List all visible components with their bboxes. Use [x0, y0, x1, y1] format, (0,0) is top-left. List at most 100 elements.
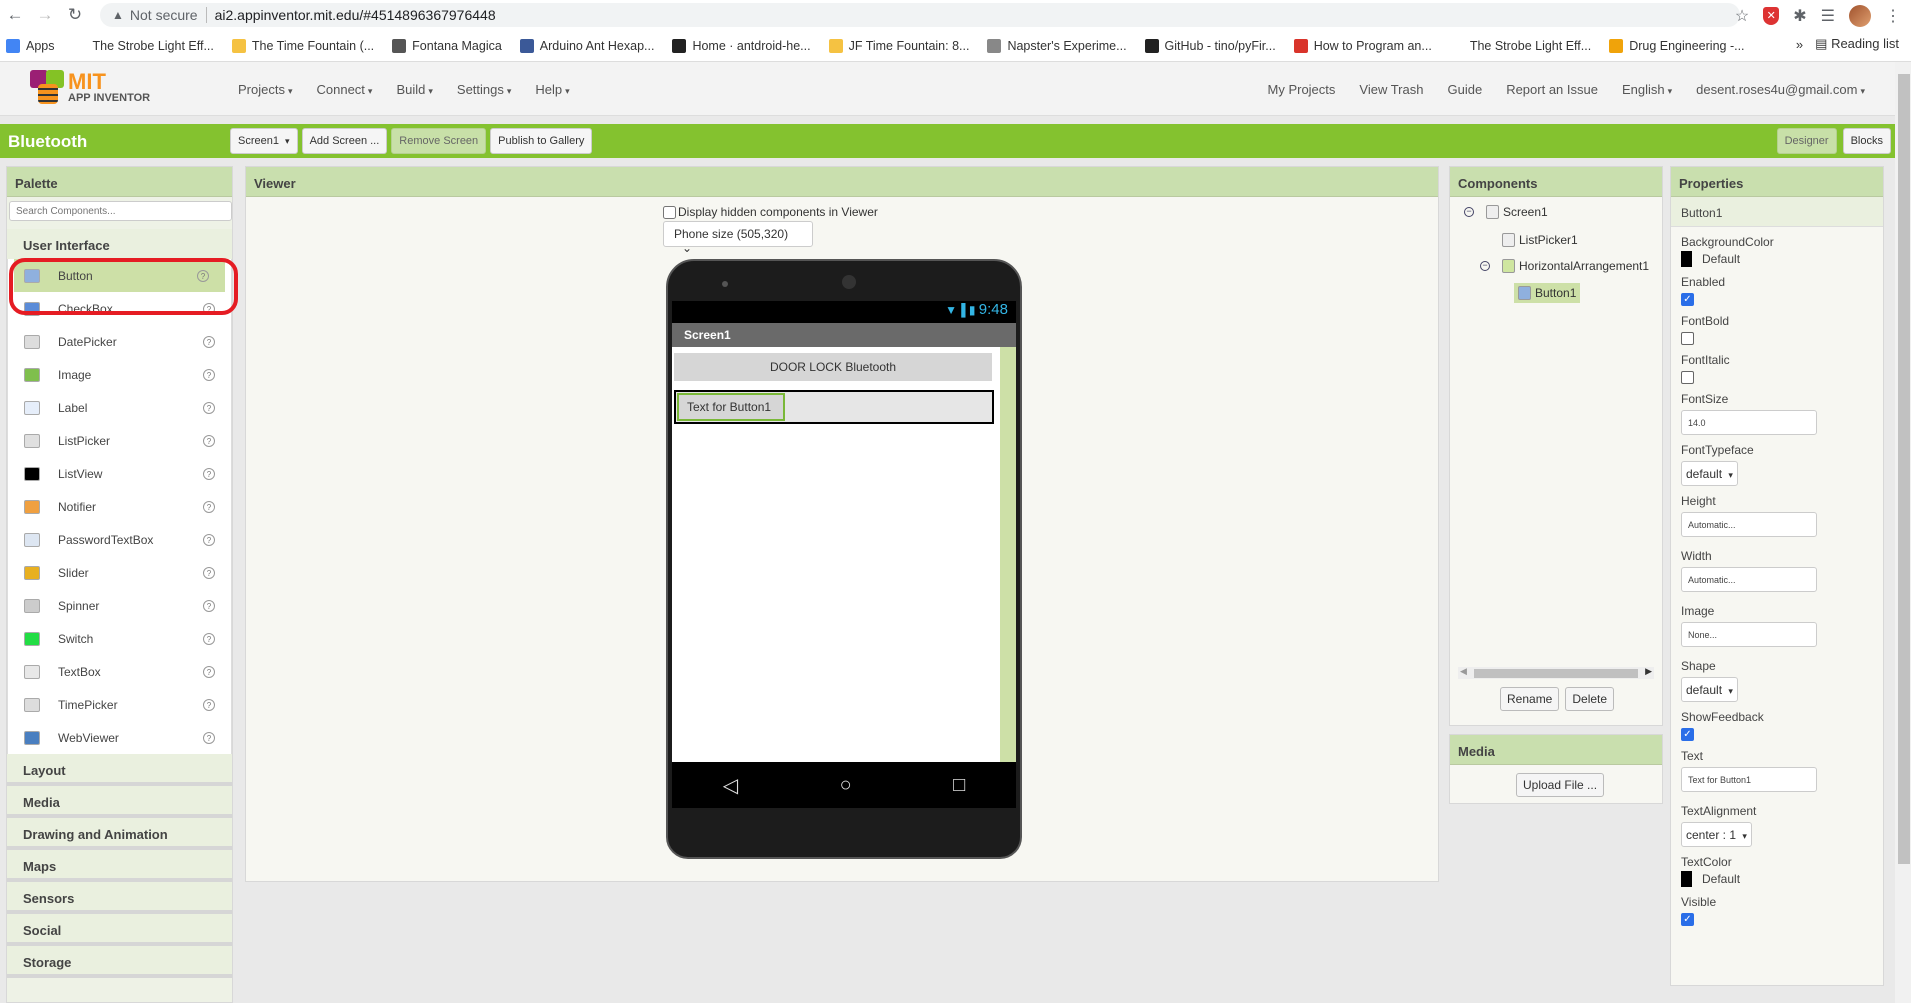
- bookmark-item[interactable]: Home · antdroid-he...: [672, 38, 811, 53]
- bookmark-item[interactable]: Napster's Experime...: [987, 38, 1127, 53]
- help-icon[interactable]: ?: [203, 599, 215, 612]
- category-media[interactable]: Media: [7, 786, 232, 818]
- reading-list-button[interactable]: ▤ Reading list: [1815, 36, 1899, 52]
- bookmark-item[interactable]: GitHub - tino/pyFir...: [1144, 38, 1276, 53]
- mit-app-inventor-logo[interactable]: MIT APP INVENTOR: [28, 70, 150, 106]
- palette-item-passwordtextbox[interactable]: PasswordTextBox?: [8, 523, 231, 556]
- publish-gallery-button[interactable]: Publish to Gallery: [490, 128, 593, 154]
- url-text[interactable]: ai2.appinventor.mit.edu/#451489636797644…: [215, 7, 496, 23]
- button1-preview[interactable]: Text for Button1: [677, 393, 785, 421]
- blocks-button[interactable]: Blocks: [1842, 128, 1891, 154]
- help-icon[interactable]: ?: [197, 269, 209, 282]
- bookmark-item[interactable]: JF Time Fountain: 8...: [828, 38, 969, 53]
- screen-select-button[interactable]: Screen1 ▾: [230, 128, 298, 154]
- tree-horizontal-scrollbar[interactable]: ◀ ▶: [1458, 666, 1654, 679]
- tree-node-button1[interactable]: Button1: [1514, 283, 1581, 303]
- palette-item-switch[interactable]: Switch?: [8, 622, 231, 655]
- collapse-icon[interactable]: −: [1480, 261, 1490, 271]
- page-scrollbar[interactable]: [1895, 62, 1911, 1003]
- door-lock-button[interactable]: DOOR LOCK Bluetooth: [674, 353, 992, 381]
- help-icon[interactable]: ?: [203, 665, 215, 678]
- profile-avatar[interactable]: [1849, 5, 1871, 27]
- menu-build[interactable]: Build ▾: [396, 82, 432, 97]
- tree-node-listpicker1[interactable]: ListPicker1: [1502, 233, 1578, 247]
- collapse-icon[interactable]: −: [1464, 207, 1474, 217]
- help-icon[interactable]: ?: [203, 335, 215, 348]
- screen-canvas[interactable]: DOOR LOCK Bluetooth Text for Button1: [672, 347, 1016, 762]
- menu-settings[interactable]: Settings ▾: [457, 82, 512, 97]
- bookmark-item[interactable]: How to Program an...: [1293, 38, 1432, 53]
- star-icon[interactable]: ☆: [1735, 6, 1749, 26]
- add-screen-button[interactable]: Add Screen ...: [301, 128, 388, 154]
- view-trash-link[interactable]: View Trash: [1359, 82, 1423, 97]
- help-icon[interactable]: ?: [203, 632, 215, 645]
- screen-title-bar[interactable]: Screen1: [672, 323, 1016, 347]
- category-maps[interactable]: Maps: [7, 850, 232, 882]
- bookmark-item[interactable]: Apps: [6, 38, 55, 53]
- menu-projects[interactable]: Projects ▾: [238, 82, 293, 97]
- menu-connect[interactable]: Connect ▾: [317, 82, 373, 97]
- horizontal-arrangement[interactable]: Text for Button1: [674, 390, 994, 424]
- category-user-interface[interactable]: User Interface: [7, 229, 232, 259]
- scrollbar-thumb[interactable]: [1898, 74, 1910, 864]
- palette-item-webviewer[interactable]: WebViewer?: [8, 721, 231, 754]
- media-queue-icon[interactable]: ☰: [1821, 6, 1835, 26]
- shape-dropdown[interactable]: default ▾: [1681, 677, 1738, 702]
- palette-item-listview[interactable]: ListView?: [8, 457, 231, 490]
- palette-item-spinner[interactable]: Spinner?: [8, 589, 231, 622]
- help-icon[interactable]: ?: [203, 302, 215, 315]
- category-drawing-and-animation[interactable]: Drawing and Animation: [7, 818, 232, 850]
- account-dropdown[interactable]: desent.roses4u@gmail.com ▾: [1696, 82, 1865, 97]
- reload-icon[interactable]: ↻: [60, 5, 90, 25]
- bookmark-item[interactable]: The Strobe Light Eff...: [72, 38, 214, 53]
- palette-item-button[interactable]: Button?: [14, 259, 225, 292]
- display-hidden-checkbox[interactable]: Display hidden components in Viewer: [663, 205, 878, 219]
- back-icon[interactable]: ←: [0, 5, 30, 25]
- fontitalic-checkbox[interactable]: [1681, 371, 1694, 384]
- report-issue-link[interactable]: Report an Issue: [1506, 82, 1598, 97]
- bookmark-item[interactable]: Arduino Ant Hexap...: [519, 38, 654, 53]
- visible-checkbox[interactable]: ✓: [1681, 913, 1694, 926]
- palette-item-checkbox[interactable]: CheckBox?: [8, 292, 231, 325]
- category-layout[interactable]: Layout: [7, 754, 232, 786]
- remove-screen-button[interactable]: Remove Screen: [391, 128, 487, 154]
- search-components-input[interactable]: [9, 201, 232, 221]
- kebab-menu-icon[interactable]: ⋮: [1885, 6, 1901, 26]
- category-sensors[interactable]: Sensors: [7, 882, 232, 914]
- delete-button[interactable]: Delete: [1565, 687, 1615, 711]
- showfeedback-checkbox[interactable]: ✓: [1681, 728, 1694, 741]
- help-icon[interactable]: ?: [203, 401, 215, 414]
- shield-extension-icon[interactable]: ✕: [1763, 7, 1780, 25]
- help-icon[interactable]: ?: [203, 368, 215, 381]
- fontsize-input[interactable]: 14.0: [1681, 410, 1817, 435]
- palette-item-textbox[interactable]: TextBox?: [8, 655, 231, 688]
- help-icon[interactable]: ?: [203, 731, 215, 744]
- image-input[interactable]: None...: [1681, 622, 1817, 647]
- help-icon[interactable]: ?: [203, 500, 215, 513]
- help-icon[interactable]: ?: [203, 467, 215, 480]
- category-social[interactable]: Social: [7, 914, 232, 946]
- forward-icon[interactable]: →: [30, 5, 60, 25]
- fonttypeface-dropdown[interactable]: default ▾: [1681, 461, 1738, 486]
- guide-link[interactable]: Guide: [1447, 82, 1482, 97]
- display-hidden-input[interactable]: [663, 205, 676, 219]
- designer-button[interactable]: Designer: [1776, 128, 1837, 154]
- enabled-checkbox[interactable]: ✓: [1681, 293, 1694, 306]
- help-icon[interactable]: ?: [203, 698, 215, 711]
- tree-node-screen1[interactable]: Screen1: [1486, 205, 1548, 219]
- palette-item-label[interactable]: Label?: [8, 391, 231, 424]
- puzzle-extension-icon[interactable]: ✱: [1793, 6, 1806, 26]
- help-icon[interactable]: ?: [203, 533, 215, 546]
- tree-node-horizontalarrangement1[interactable]: HorizontalArrangement1: [1502, 259, 1649, 273]
- category-storage[interactable]: Storage: [7, 946, 232, 978]
- bookmark-item[interactable]: The Strobe Light Eff...: [1449, 38, 1591, 53]
- textcolor-picker[interactable]: Default: [1681, 871, 1873, 887]
- bookmark-item[interactable]: Fontana Magica: [392, 38, 502, 53]
- phone-size-select[interactable]: Phone size (505,320) ⌄: [663, 221, 813, 255]
- textalignment-dropdown[interactable]: center : 1 ▾: [1681, 822, 1752, 847]
- palette-item-notifier[interactable]: Notifier?: [8, 490, 231, 523]
- help-icon[interactable]: ?: [203, 566, 215, 579]
- fontbold-checkbox[interactable]: [1681, 332, 1694, 345]
- my-projects-link[interactable]: My Projects: [1268, 82, 1336, 97]
- rename-button[interactable]: Rename: [1500, 687, 1560, 711]
